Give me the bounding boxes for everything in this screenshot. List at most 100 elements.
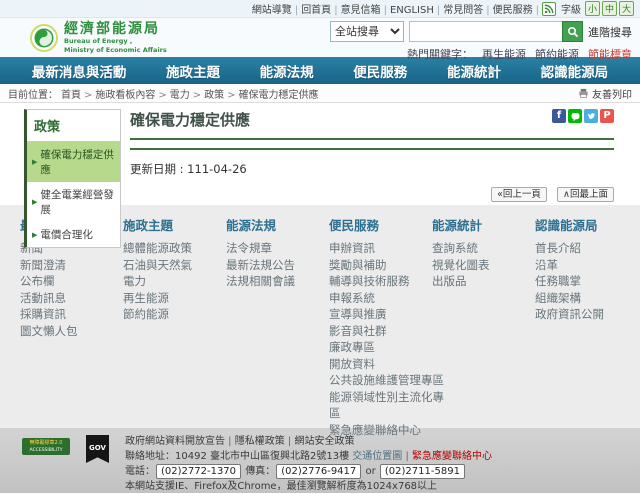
- sitemap-column-title[interactable]: 認識能源局: [535, 218, 638, 234]
- nav-item-1[interactable]: 施政主題: [166, 61, 220, 81]
- sidebar-title: 政策: [27, 110, 120, 142]
- sidebar-item[interactable]: ▶電價合理化: [27, 222, 120, 247]
- breadcrumb-item[interactable]: 政策: [204, 90, 224, 101]
- breadcrumb-item[interactable]: 電力: [170, 90, 190, 101]
- sitemap-link[interactable]: 總體能源政策: [123, 240, 226, 257]
- font-size-large-button[interactable]: 大: [619, 1, 634, 16]
- footer-link[interactable]: 網站安全政策: [294, 436, 354, 447]
- emergency-contact-link[interactable]: 緊急應變聯絡中心: [412, 451, 492, 462]
- title-row: 確保電力穩定供應 f P: [130, 109, 614, 130]
- sitemap-link[interactable]: 石油與天然氣: [123, 257, 226, 274]
- breadcrumb-item[interactable]: 施政看板內容: [95, 90, 155, 101]
- footer: 無障礙標章2.0 ACCESSIBILITY GOV 政府網站資料開放宣告 | …: [0, 428, 640, 493]
- sitemap-link[interactable]: 法規相關會議: [226, 273, 329, 290]
- share-buttons: f P: [552, 109, 614, 123]
- sitemap-link[interactable]: 節約能源: [123, 306, 226, 323]
- search-row: 全站搜尋 進階搜尋: [330, 21, 632, 42]
- sitemap-link[interactable]: 組織架構: [535, 290, 638, 307]
- friendly-print-button[interactable]: 友善列印: [578, 86, 632, 101]
- sitemap-link[interactable]: 首長介紹: [535, 240, 638, 257]
- sitemap-link[interactable]: 新聞澄清: [20, 257, 123, 274]
- sidebar-item[interactable]: ▶健全電業經營發展: [27, 182, 120, 222]
- sitemap-link[interactable]: 公布欄: [20, 273, 123, 290]
- facebook-share-icon[interactable]: f: [552, 109, 566, 123]
- footer-link[interactable]: 政府網站資料開放宣告: [125, 436, 225, 447]
- utility-links: 網站導覽|回首頁|意見信箱|ENGLISH|常見問答|便民服務|: [249, 1, 539, 16]
- utility-link-0[interactable]: 網站導覽: [252, 5, 292, 16]
- sitemap-link[interactable]: 採購資訊: [20, 306, 123, 323]
- footer-address: 聯絡地址：10492 臺北市中山區復興北路2號13樓: [125, 451, 349, 462]
- gov-badge[interactable]: GOV: [86, 435, 109, 463]
- back-to-top-button[interactable]: ∧回最上面: [557, 187, 614, 202]
- sitemap-link[interactable]: 政府資訊公開: [535, 306, 638, 323]
- utility-link-4[interactable]: 常見問答: [443, 5, 483, 16]
- rss-icon[interactable]: [542, 2, 556, 16]
- twitter-share-icon[interactable]: [584, 109, 598, 123]
- back-button[interactable]: «回上一頁: [491, 187, 547, 202]
- footer-link[interactable]: 隱私權政策: [235, 436, 285, 447]
- sitemap-column: 能源法規法令規章最新法規公告法規相關會議: [226, 218, 329, 428]
- sitemap-link[interactable]: 電力: [123, 273, 226, 290]
- utility-link-1[interactable]: 回首頁: [301, 5, 331, 16]
- search-button[interactable]: [562, 21, 583, 42]
- utility-link-5[interactable]: 便民服務: [493, 5, 533, 16]
- sitemap-column-title[interactable]: 能源法規: [226, 218, 329, 234]
- hot-keyword[interactable]: 節能標章: [588, 48, 632, 61]
- search-input[interactable]: [409, 21, 562, 42]
- sitemap-link[interactable]: 再生能源: [123, 290, 226, 307]
- sitemap-link[interactable]: 出版品: [432, 273, 535, 290]
- fax-label: 傳真：: [245, 466, 275, 477]
- font-size-medium-button[interactable]: 中: [602, 1, 617, 16]
- utility-link-3[interactable]: ENGLISH: [390, 5, 434, 16]
- breadcrumb-separator: >: [193, 90, 201, 101]
- sitemap-link[interactable]: 視覺化圖表: [432, 257, 535, 274]
- nav-item-5[interactable]: 認識能源局: [541, 61, 609, 81]
- arrow-right-icon: ▶: [32, 158, 37, 166]
- sitemap-column: 認識能源局首長介紹沿革任務職掌組織架構政府資訊公開: [535, 218, 638, 428]
- line-share-icon[interactable]: [568, 109, 582, 123]
- sitemap-link[interactable]: 任務職掌: [535, 273, 638, 290]
- nav-item-3[interactable]: 便民服務: [353, 61, 407, 81]
- footer-support-note: 本網站支援IE、Firefox及Chrome，最佳瀏覽解析度為1024x768以…: [125, 480, 492, 494]
- advanced-search-link[interactable]: 進階搜尋: [588, 24, 632, 40]
- sitemap-column-title[interactable]: 施政主題: [123, 218, 226, 234]
- sidebar-item-label: 確保電力穩定供應: [40, 147, 117, 177]
- main-article: 確保電力穩定供應 f P: [130, 109, 614, 201]
- sitemap-link[interactable]: 沿革: [535, 257, 638, 274]
- hot-keywords-label: 熱門關鍵字：: [407, 48, 473, 61]
- breadcrumb-item[interactable]: 確保電力穩定供應: [239, 90, 319, 101]
- gov-badge-label: GOV: [89, 444, 106, 452]
- sitemap-link[interactable]: 查詢系統: [432, 240, 535, 257]
- utility-link-2[interactable]: 意見信箱: [341, 5, 381, 16]
- content-area: 政策 ▶確保電力穩定供應▶健全電業經營發展▶電價合理化 確保電力穩定供應 f: [0, 103, 640, 205]
- traffic-map-link[interactable]: 交通位置圖: [352, 451, 402, 462]
- agency-logo[interactable]: 經濟部能源局 Bureau of Energy , Ministry of Ec…: [30, 22, 167, 54]
- sitemap-column: 便民服務申辦資訊獎勵與補助輔導與技術服務申報系統宣導與推廣影音與社群廉政專區開放…: [329, 218, 432, 428]
- sitemap-link[interactable]: 最新法規公告: [226, 257, 329, 274]
- sitemap-link[interactable]: 法令規章: [226, 240, 329, 257]
- plurk-share-icon[interactable]: P: [600, 109, 614, 123]
- search-scope-select[interactable]: 全站搜尋: [330, 21, 404, 42]
- nav-item-0[interactable]: 最新消息與活動: [32, 61, 127, 81]
- font-size-small-button[interactable]: 小: [585, 1, 600, 16]
- accessibility-badge-line1: 無障礙標章2.0: [30, 440, 63, 446]
- arrow-right-icon: ▶: [32, 198, 37, 206]
- breadcrumb-separator: >: [84, 90, 92, 101]
- sitemap-column-title[interactable]: 能源統計: [432, 218, 535, 234]
- hot-keyword[interactable]: 節約能源: [535, 48, 579, 61]
- nav-item-2[interactable]: 能源法規: [260, 61, 314, 81]
- sitemap-column-title[interactable]: 便民服務: [329, 218, 432, 234]
- sidebar-item[interactable]: ▶確保電力穩定供應: [27, 142, 120, 182]
- sitemap-link[interactable]: 圖文懶人包: [20, 323, 123, 340]
- sitemap-link[interactable]: 活動訊息: [20, 290, 123, 307]
- hot-keyword[interactable]: 再生能源: [482, 48, 526, 61]
- search-area: 全站搜尋 進階搜尋 熱門關鍵字： 再生能源節約能源節能標章: [330, 21, 632, 62]
- utility-bar: 網站導覽|回首頁|意見信箱|ENGLISH|常見問答|便民服務| 字級 小中大: [0, 0, 640, 18]
- accessibility-badge[interactable]: 無障礙標章2.0 ACCESSIBILITY: [22, 438, 70, 455]
- page-buttons: «回上一頁 ∧回最上面: [130, 182, 614, 201]
- fax-number-box: (02)2776-9417: [276, 464, 361, 479]
- breadcrumb-item[interactable]: 首頁: [61, 90, 81, 101]
- nav-item-4[interactable]: 能源統計: [447, 61, 501, 81]
- agency-subtitle-2: Ministry of Economic Affairs: [64, 46, 167, 54]
- printer-icon: [578, 88, 589, 99]
